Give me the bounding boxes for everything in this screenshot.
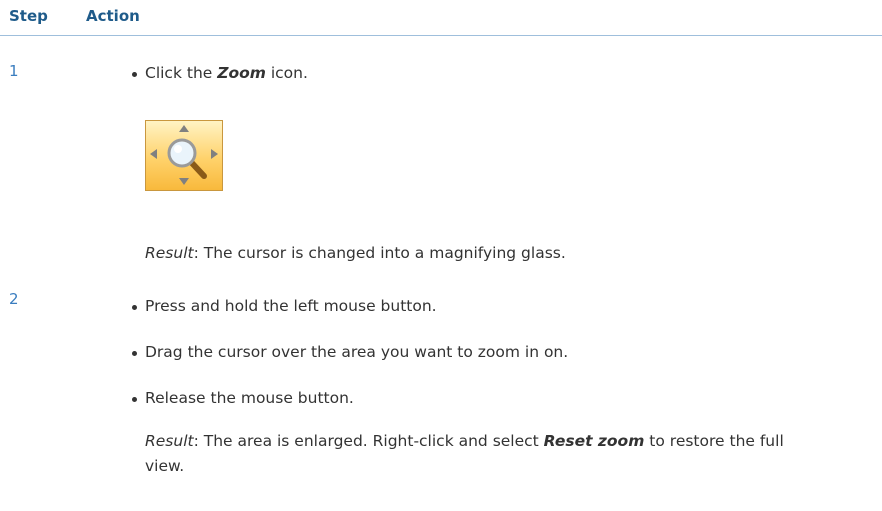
- result-body: : The area is enlarged. Right-click and …: [193, 432, 544, 450]
- result-label: Result: [145, 432, 194, 450]
- list-item: Click the Zoom icon.: [132, 64, 308, 82]
- action-column-header: Action: [86, 7, 140, 25]
- result-text: Result: The cursor is changed into a mag…: [145, 241, 800, 266]
- list-item: Release the mouse button.: [132, 389, 354, 407]
- table-header: Step Action: [0, 0, 882, 36]
- list-item: Drag the cursor over the area you want t…: [131, 343, 569, 361]
- result-text: Result: The area is enlarged. Right-clic…: [145, 429, 800, 479]
- result-label: Result: [145, 244, 194, 262]
- result-body: : The cursor is changed into a magnifyin…: [193, 244, 566, 262]
- zoom-term: Zoom: [217, 64, 266, 82]
- list-item: Press and hold the left mouse button.: [132, 297, 437, 315]
- bullet-text: icon.: [265, 64, 308, 82]
- step-number: 1: [9, 62, 19, 80]
- bullet-text: Click the: [145, 64, 218, 82]
- zoom-icon: [145, 120, 223, 191]
- step-column-header: Step: [9, 7, 48, 25]
- step-number: 2: [9, 290, 19, 308]
- reset-zoom-term: Reset zoom: [543, 432, 645, 450]
